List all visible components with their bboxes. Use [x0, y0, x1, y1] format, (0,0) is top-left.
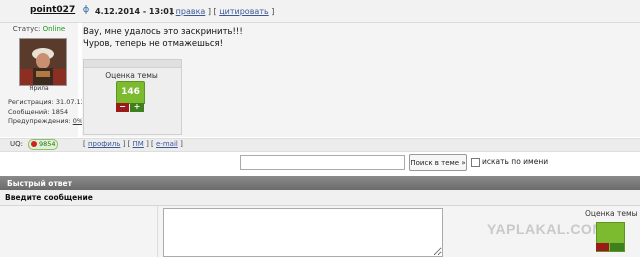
uq-badge: 9854 [28, 139, 58, 150]
rating-minus-button[interactable]: − [116, 103, 129, 112]
post-actions: [ правка ] [ цитировать ] [170, 7, 275, 16]
avatar[interactable] [19, 38, 67, 86]
user-title: Ярила [29, 85, 49, 92]
rating-score: 146 − + [116, 81, 145, 112]
avatar-image [20, 39, 66, 85]
profile-link[interactable]: профиль [88, 140, 120, 148]
stat-registration: Регистрация: 31.07.13 [8, 98, 85, 106]
search-by-name-checkbox[interactable] [471, 158, 480, 167]
rating-score-value: 146 [116, 81, 145, 104]
status-label: Статус: [12, 25, 41, 33]
post-link-icon[interactable] [82, 5, 90, 14]
quick-reply-title: Быстрый ответ [7, 179, 72, 188]
author-name[interactable]: point027 [30, 5, 75, 15]
uq-label: UQ: [10, 140, 23, 148]
uq-icon [31, 141, 37, 147]
user-status: Статус: Online [0, 25, 78, 33]
quick-reply-bar [0, 176, 640, 190]
reply-textarea[interactable] [163, 208, 443, 257]
reply-rating-plus-button[interactable] [610, 243, 624, 251]
search-input[interactable] [240, 155, 405, 170]
message-header [0, 190, 640, 206]
email-link[interactable]: e-mail [156, 140, 178, 148]
message-line-2: Чуров, теперь не отмажешься! [83, 39, 224, 49]
pm-link[interactable]: ПМ [133, 140, 144, 148]
quote-link[interactable]: цитировать [219, 7, 268, 16]
reply-rating-minus-button[interactable] [596, 243, 609, 251]
rating-plus-button[interactable]: + [130, 103, 144, 112]
stat-posts: Сообщений: 1854 [8, 107, 69, 116]
status-value: Online [42, 25, 66, 33]
uq-value: 9854 [39, 140, 56, 148]
profile-links: [ профиль ] [ ПМ ] [ e-mail ] [83, 140, 183, 148]
stat-warnings: Предупреждения: 0% [8, 117, 84, 125]
reply-rating-buttons [596, 243, 624, 251]
search-button[interactable]: Поиск в теме » [409, 154, 467, 171]
edit-link[interactable]: правка [176, 7, 206, 16]
watermark: YAPLAKAL.COM [487, 221, 605, 237]
reply-rating-title: Оценка темы [585, 209, 638, 218]
message-line-1: Вау, мне удалось это заскринить!!! [83, 27, 243, 37]
user-stats: Регистрация: 31.07.13 Сообщений: 1854 Пр… [8, 98, 85, 127]
search-by-name-label: искать по имени [482, 157, 549, 166]
post-date: 4.12.2014 - 13:01 [95, 7, 175, 16]
rating-title: Оценка темы [105, 71, 158, 80]
message-label: Введите сообщение [5, 193, 93, 202]
reply-left-panel [0, 206, 158, 257]
